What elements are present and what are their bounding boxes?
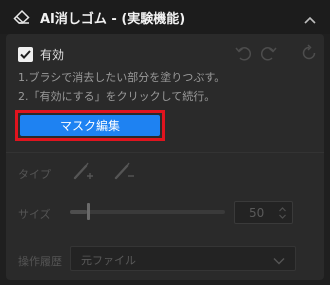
history-selected-value: 元ファイル [81,254,136,267]
brush-add-icon[interactable] [72,160,96,182]
ai-eraser-panel: 有効 1.ブラシで消去したい部分を塗りつぶす。 2.「有効にする」をクリックして… [6,34,324,280]
history-select[interactable]: 元ファイル [70,246,296,271]
redo-icon[interactable] [260,44,278,62]
size-slider-track[interactable] [70,210,225,214]
size-input[interactable]: 50 [234,201,293,224]
undo-icon[interactable] [234,44,252,62]
size-slider-fill [70,210,87,214]
size-slider-thumb[interactable] [87,203,90,220]
enable-label: 有効 [40,48,65,62]
type-label: タイプ [18,168,51,181]
mask-edit-button[interactable]: マスク編集 [20,115,160,136]
instruction-line-1: 1.ブラシで消去したい部分を塗りつぶす。 [18,71,226,84]
reset-icon[interactable] [300,44,318,62]
size-label: サイズ [18,208,51,221]
chevron-up-icon[interactable] [303,11,317,24]
history-label: 操作履歴 [18,255,62,268]
size-value: 50 [249,206,265,220]
history-controls [234,44,278,62]
section-divider [6,152,324,153]
enable-checkbox[interactable] [18,47,33,62]
stepper-arrows-icon[interactable] [278,205,287,221]
chevron-down-icon [273,255,285,265]
eraser-icon [13,9,31,25]
enable-toggle[interactable]: 有効 [18,46,64,63]
instruction-line-2: 2.「有効にする」をクリックして続行。 [18,90,216,103]
panel-header: AI消しゴム - (実験機能) [0,0,330,34]
panel-title: AI消しゴム - (実験機能) [40,12,186,27]
brush-remove-icon[interactable] [113,160,137,182]
